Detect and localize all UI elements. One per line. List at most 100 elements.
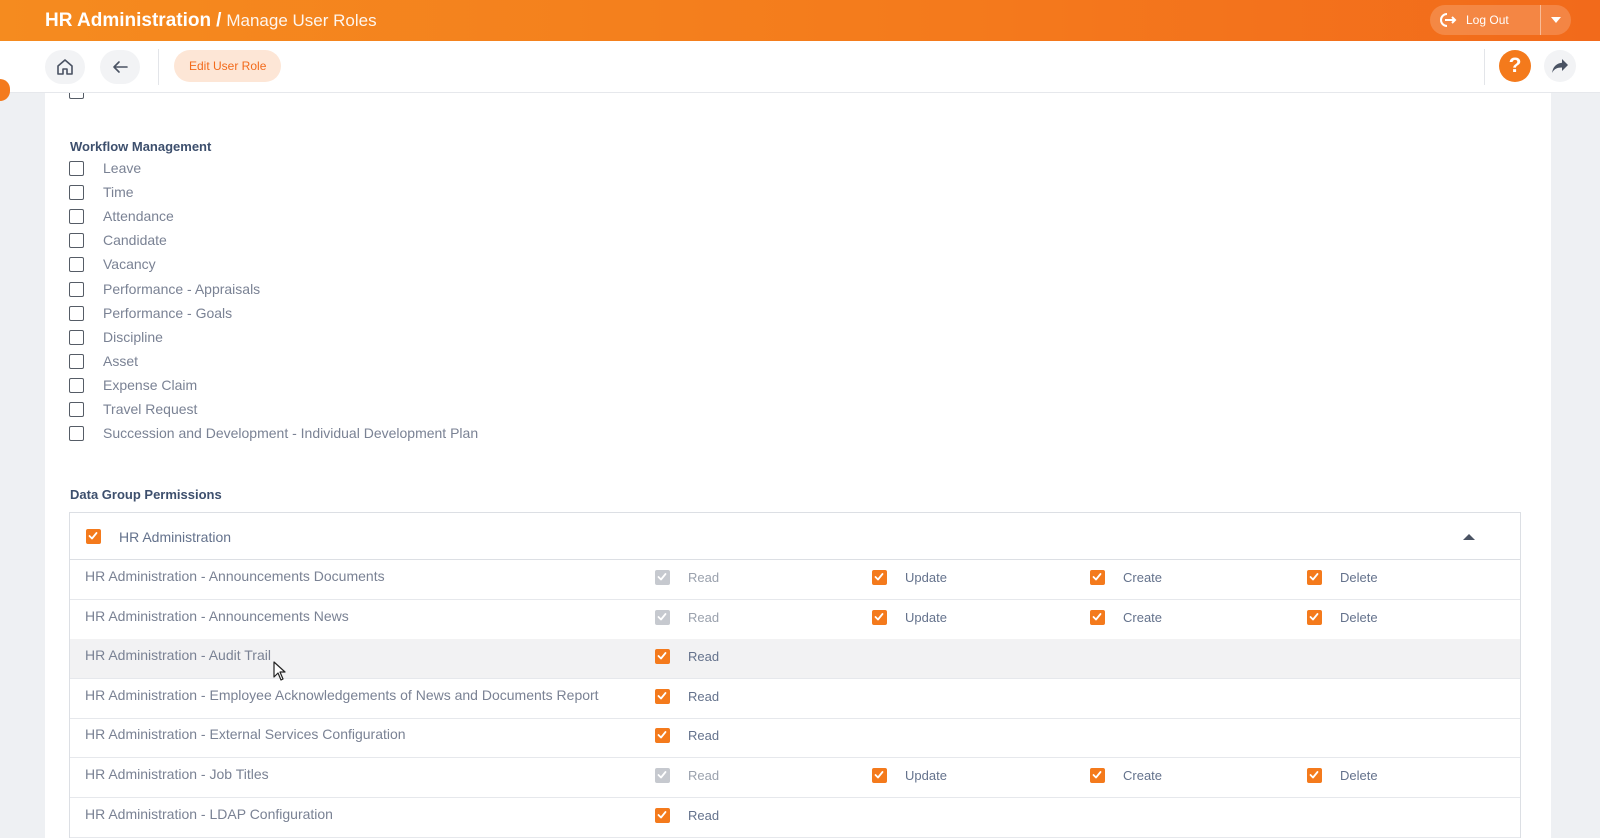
workflow-item[interactable]: Performance - Appraisals [69,279,569,301]
create-checkbox[interactable] [1090,570,1105,585]
logout-icon [1440,13,1457,27]
permission-read: Read [655,766,805,788]
logout-group: Log Out [1430,5,1571,35]
checkmark-icon [657,731,667,739]
workflow-checkbox[interactable] [69,161,84,176]
workflow-item-label: Expense Claim [103,376,198,393]
share-button[interactable] [1544,50,1576,82]
workflow-item-label: Leave [103,160,142,176]
workflow-checkbox[interactable] [69,281,84,297]
read-label: Read [688,649,720,665]
toolbar-divider [158,49,159,85]
read-label: Read [688,768,720,783]
workflow-checkbox[interactable] [69,305,84,321]
workflow-item[interactable]: Attendance [69,206,569,228]
delete-label: Delete [1340,768,1378,783]
workflow-item[interactable]: Time [69,182,569,204]
workflow-checkbox[interactable] [69,257,84,273]
permission-row-name: HR Administration - Employee Acknowledge… [85,686,599,703]
checkmark-icon [1092,612,1102,620]
permission-row-name: HR Administration - Job Titles [85,766,269,782]
update-checkbox[interactable] [872,570,887,585]
group-label: HR Administration [119,529,232,545]
checkmark-icon [1309,573,1319,581]
logout-button[interactable]: Log Out [1430,5,1540,35]
workflow-item[interactable]: Asset [69,351,569,373]
read-label: Read [688,609,720,625]
data-group-section-title: Data Group Permissions [70,487,222,502]
workflow-checkbox[interactable] [69,377,84,393]
workflow-item[interactable]: Expense Claim [69,375,569,397]
workflow-checkbox[interactable] [69,209,84,225]
delete-label: Delete [1340,570,1378,585]
arrow-left-icon [113,61,128,73]
home-button[interactable] [45,50,85,84]
delete-checkbox[interactable] [1307,768,1322,783]
create-label: Create [1123,768,1163,783]
workflow-item-label: Asset [103,352,139,369]
main-content: Workflow Management Leave Time Attendance C… [45,93,1551,838]
toolbar: Edit User Role ? [0,41,1600,93]
chevron-up-icon[interactable] [1462,532,1476,542]
back-button[interactable] [100,50,140,84]
update-checkbox[interactable] [872,768,887,783]
workflow-checkbox[interactable] [69,185,84,201]
update-checkbox[interactable] [872,609,887,625]
read-label: Read [688,728,720,744]
workflow-item[interactable]: Vacancy [69,254,569,276]
checkmark-icon [1092,573,1102,581]
update-label: Update [905,609,947,625]
create-checkbox[interactable] [1090,609,1105,625]
workflow-item[interactable]: Performance - Goals [69,303,569,325]
help-button[interactable]: ? [1499,50,1531,82]
permission-row: HR Administration - LDAP Configuration Re… [70,798,1520,838]
data-group-header: HR Administration [70,513,1520,560]
workflow-item[interactable]: Candidate [69,230,569,252]
read-checkbox[interactable] [655,807,670,823]
delete-checkbox[interactable] [1307,570,1322,585]
checkmark-icon [657,612,667,620]
workflow-checkbox[interactable] [69,329,84,345]
read-checkbox[interactable] [655,688,670,704]
workflow-item[interactable]: Succession and Development - Individual … [69,423,569,445]
workflow-checkbox[interactable] [69,353,84,369]
delete-checkbox[interactable] [1307,609,1322,625]
checkmark-icon [657,691,667,700]
workflow-item-label: Performance - Appraisals [103,280,261,297]
workflow-item-label: Discipline [103,328,163,345]
toolbar-divider-right [1484,49,1485,85]
permission-row: HR Administration - External Services Co… [70,718,1520,759]
workflow-item-label: Attendance [103,208,174,225]
permission-read: Read [655,608,805,630]
permission-read: Read [655,568,805,590]
read-checkbox[interactable] [655,649,670,665]
permission-row: HR Administration - Announcements Docume… [70,560,1520,600]
permission-row: HR Administration - Audit Trail Read [70,639,1520,680]
permission-delete: Delete [1307,766,1457,788]
checkbox[interactable] [69,93,84,99]
workflow-checkbox[interactable] [69,402,84,417]
permission-row-name: HR Administration - External Services Co… [85,726,406,743]
checkmark-icon [657,810,667,818]
group-checkbox[interactable] [86,529,101,544]
permission-row-name: HR Administration - Announcements Docume… [85,568,385,584]
workflow-checkbox[interactable] [69,426,84,442]
edit-user-role-chip[interactable]: Edit User Role [174,50,282,82]
create-checkbox[interactable] [1090,768,1105,783]
checkmark-icon [874,771,884,779]
read-checkbox[interactable] [655,728,670,744]
workflow-checkbox[interactable] [69,233,84,249]
permission-delete: Delete [1307,608,1457,630]
workflow-item[interactable]: Discipline [69,327,569,349]
workflow-section-title: Workflow Management [70,139,212,154]
workflow-item[interactable]: Leave [69,158,569,180]
permission-row: HR Administration - Job Titles Read Update… [70,758,1520,798]
permission-read: Read [655,687,805,709]
permission-update: Update [872,608,1022,630]
workflow-item[interactable]: Travel Request [69,399,569,421]
read-checkbox [655,570,670,585]
read-label: Read [688,570,720,585]
checkmark-icon [1309,771,1319,779]
logout-menu-toggle[interactable] [1541,5,1571,35]
workflow-item-label: Travel Request [103,401,198,417]
